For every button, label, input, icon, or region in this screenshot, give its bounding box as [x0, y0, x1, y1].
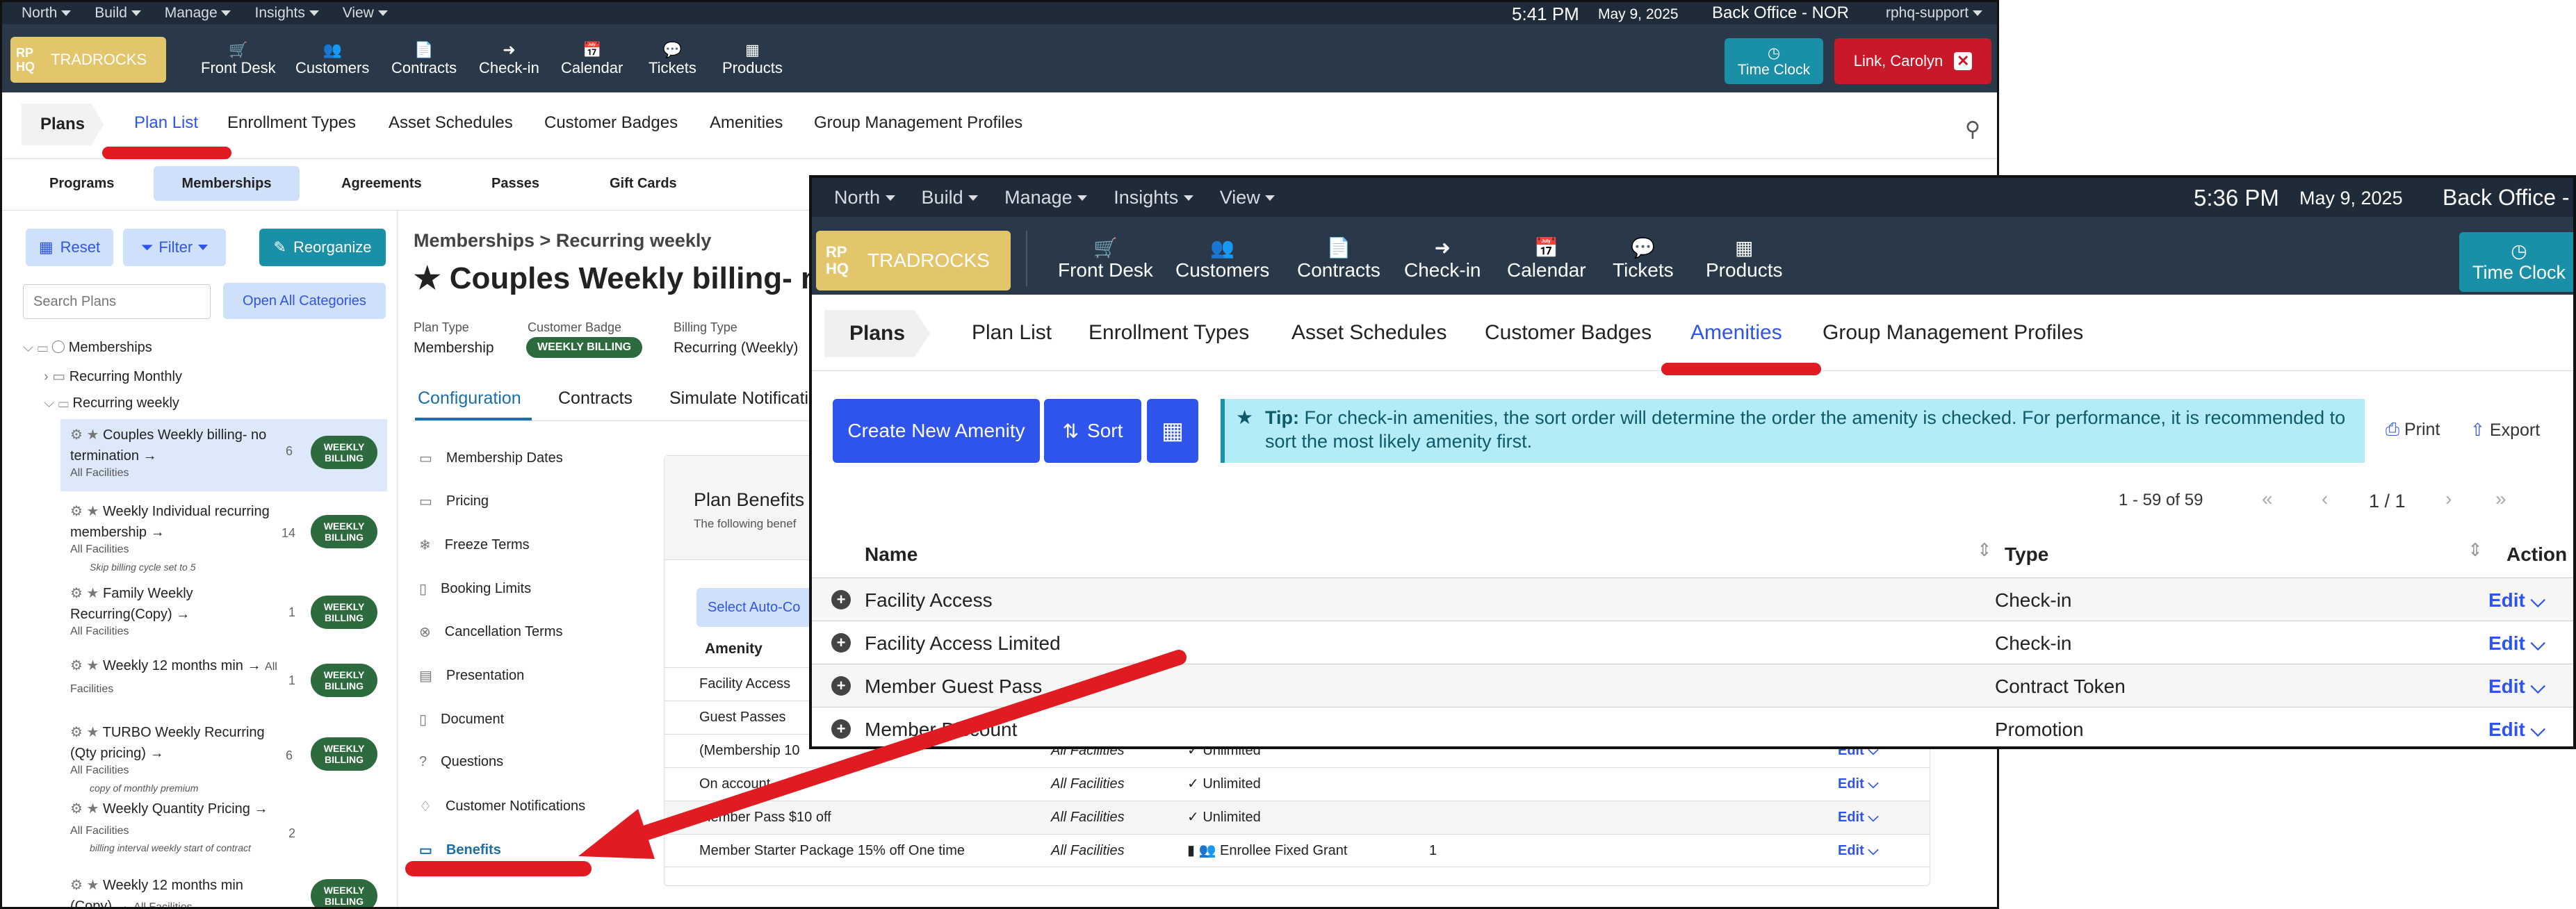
- annotation-arrow: [578, 650, 1187, 859]
